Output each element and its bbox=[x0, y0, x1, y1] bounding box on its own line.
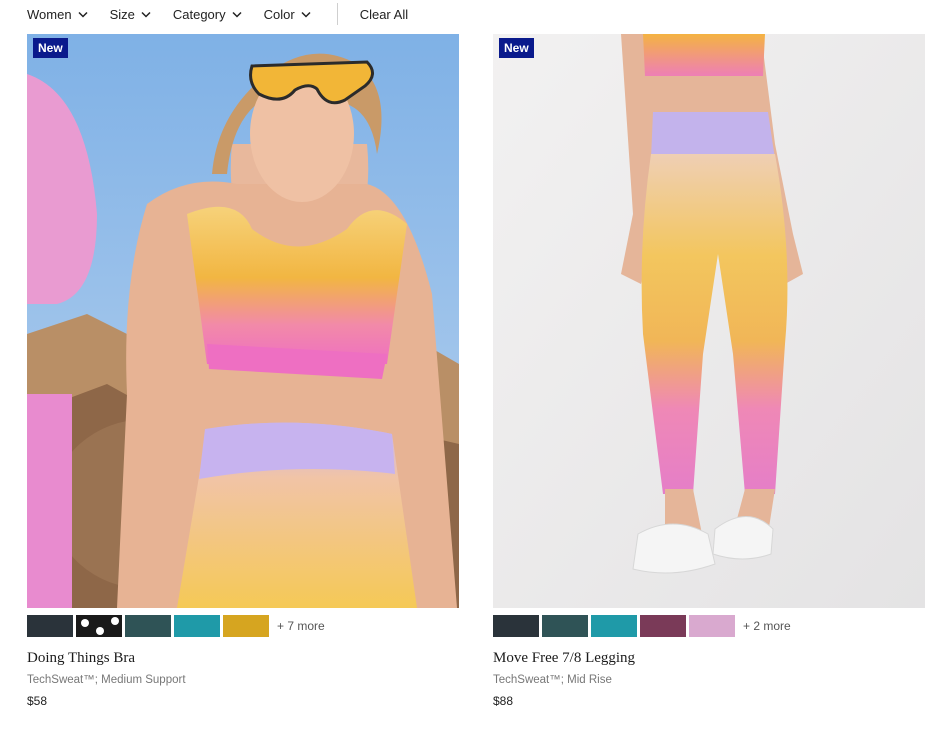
more-colors-link[interactable]: + 2 more bbox=[743, 619, 791, 633]
product-price: $58 bbox=[27, 694, 48, 708]
color-swatches: + 2 more bbox=[493, 614, 925, 638]
chevron-down-icon bbox=[232, 11, 242, 18]
product-subtitle: TechSweat™; Mid Rise bbox=[493, 674, 612, 686]
model-photo-bra bbox=[27, 34, 459, 608]
chevron-down-icon bbox=[141, 11, 151, 18]
color-swatch[interactable] bbox=[689, 615, 735, 637]
filter-size[interactable]: Size bbox=[110, 7, 151, 22]
filter-size-label: Size bbox=[109, 6, 135, 22]
clear-all-button[interactable]: Clear All bbox=[360, 7, 408, 22]
color-swatch[interactable] bbox=[493, 615, 539, 637]
filter-color-label: Color bbox=[263, 6, 295, 22]
product-card-move-free-legging[interactable]: New + 2 more Move Free 7/8 Legging TechS… bbox=[493, 34, 925, 708]
new-badge: New bbox=[499, 38, 534, 58]
chevron-down-icon bbox=[301, 11, 311, 18]
more-colors-link[interactable]: + 7 more bbox=[277, 619, 325, 633]
color-swatch[interactable] bbox=[27, 615, 73, 637]
new-badge: New bbox=[33, 38, 68, 58]
filter-color[interactable]: Color bbox=[264, 7, 311, 22]
polka-dot-pattern bbox=[81, 617, 119, 635]
filter-women-label: Women bbox=[27, 6, 72, 22]
color-swatch[interactable] bbox=[76, 615, 122, 637]
color-swatch[interactable] bbox=[640, 615, 686, 637]
filter-bar: Women Size Category Color Clear All bbox=[27, 0, 408, 28]
color-swatch[interactable] bbox=[223, 615, 269, 637]
product-price: $88 bbox=[493, 694, 514, 708]
filter-divider bbox=[336, 3, 338, 25]
product-subtitle: TechSweat™; Medium Support bbox=[27, 674, 186, 686]
color-swatch[interactable] bbox=[542, 615, 588, 637]
product-name[interactable]: Move Free 7/8 Legging bbox=[493, 650, 925, 667]
chevron-down-icon bbox=[78, 11, 88, 18]
color-swatch[interactable] bbox=[125, 615, 171, 637]
product-image-bra[interactable]: New bbox=[27, 34, 459, 608]
product-name[interactable]: Doing Things Bra bbox=[27, 650, 459, 667]
filter-category[interactable]: Category bbox=[173, 7, 242, 22]
filter-women[interactable]: Women bbox=[27, 7, 88, 22]
product-image-legging[interactable]: New bbox=[493, 34, 925, 608]
product-card-doing-things-bra[interactable]: New + 7 more Doing Things Bra TechSweat™… bbox=[27, 34, 459, 708]
color-swatch[interactable] bbox=[591, 615, 637, 637]
color-swatch[interactable] bbox=[174, 615, 220, 637]
color-swatches: + 7 more bbox=[27, 614, 459, 638]
model-photo-legging bbox=[493, 34, 925, 608]
filter-category-label: Category bbox=[172, 6, 226, 22]
